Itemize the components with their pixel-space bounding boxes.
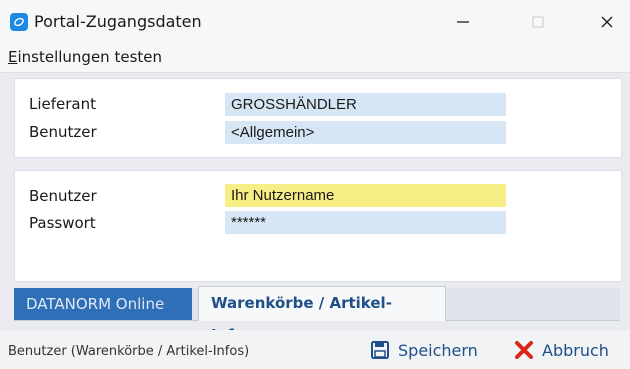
minimize-button[interactable]	[440, 0, 486, 44]
benutzer-allgemein-field[interactable]: <Allgemein>	[225, 121, 506, 144]
maximize-icon	[532, 16, 544, 28]
lieferant-field[interactable]: GROSSHÄNDLER	[225, 93, 506, 116]
tab-bar: DATANORM Online Warenkörbe / Artikel-Inf…	[14, 286, 620, 344]
title-bar: Portal-Zugangsdaten	[0, 0, 630, 44]
username-input[interactable]: Ihr Nutzername	[225, 184, 506, 207]
red-x-icon	[514, 340, 534, 360]
minimize-icon	[457, 21, 469, 23]
menu-bar: Einstellungen testen	[0, 44, 630, 73]
cancel-label: Abbruch	[542, 340, 609, 360]
credentials-benutzer-label: Benutzer	[29, 187, 97, 205]
maximize-button[interactable]	[515, 0, 561, 44]
window-title: Portal-Zugangsdaten	[34, 12, 202, 31]
save-label: Speichern	[398, 340, 478, 360]
status-text: Benutzer (Warenkörbe / Artikel-Infos)	[8, 344, 250, 359]
tab-warenkoerbe-artikel-infos[interactable]: Warenkörbe / Artikel-Infos	[198, 286, 446, 344]
password-input[interactable]: ******	[225, 211, 506, 234]
close-icon	[601, 16, 613, 28]
passwort-label: Passwort	[29, 214, 96, 232]
cancel-button[interactable]: Abbruch	[514, 338, 609, 362]
lieferant-label: Lieferant	[29, 95, 97, 113]
menu-item-label: instellungen testen	[17, 48, 162, 66]
supplier-panel: Lieferant GROSSHÄNDLER Benutzer <Allgeme…	[14, 78, 622, 158]
menu-item-einstellungen-testen[interactable]: Einstellungen testen	[8, 48, 162, 66]
floppy-disk-icon	[370, 340, 390, 360]
close-button[interactable]	[584, 0, 630, 44]
tab-datanorm-online[interactable]: DATANORM Online	[14, 288, 192, 320]
save-button[interactable]: Speichern	[370, 338, 478, 362]
benutzer-label: Benutzer	[29, 123, 97, 141]
credentials-panel: Benutzer Ihr Nutzername Passwort ******	[14, 170, 622, 282]
status-bar: Benutzer (Warenkörbe / Artikel-Infos) Sp…	[0, 330, 630, 369]
portal-app-icon	[10, 13, 28, 31]
